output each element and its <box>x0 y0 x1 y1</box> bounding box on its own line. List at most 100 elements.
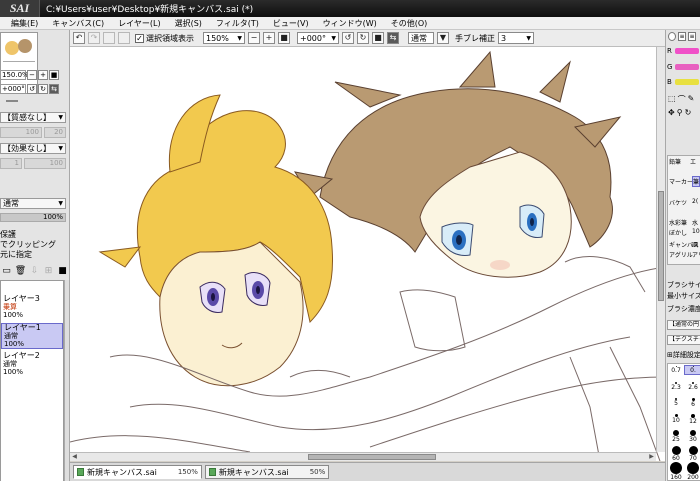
water-tool[interactable]: 水 <box>692 218 698 227</box>
paper-texture-value[interactable]: 20 <box>44 127 66 138</box>
scroll-right-icon[interactable]: ▶ <box>647 453 656 461</box>
vertical-scroll-thumb[interactable] <box>658 191 664 301</box>
green-channel-slider[interactable] <box>675 64 700 70</box>
green-channel-row[interactable]: G <box>667 62 700 72</box>
rect-select-icon[interactable]: ⬚ <box>668 94 676 105</box>
canvas-tab-2[interactable]: 新規キャンバス.sai 50% <box>204 465 330 479</box>
brush-size-preset[interactable]: 30 <box>685 430 700 443</box>
brush-size-preset[interactable]: 5 <box>668 398 684 407</box>
horizontal-scroll-thumb[interactable] <box>308 454 436 460</box>
brush-size-preset[interactable]: 160 <box>668 462 684 481</box>
brush-size-preset[interactable]: 12 <box>685 414 700 425</box>
tool-ari[interactable]: アリ <box>692 250 700 259</box>
layer-mode-select[interactable]: 通常 ▼ <box>0 198 66 209</box>
brush-size-preset[interactable]: 0. <box>684 365 700 375</box>
drawing-canvas[interactable] <box>70 47 665 461</box>
rotate-reset-icon[interactable]: ■ <box>372 32 384 44</box>
folder-icon[interactable]: ▭ <box>1 266 12 277</box>
magic-wand-icon[interactable]: ✎ <box>688 94 695 105</box>
rotate-right-icon[interactable]: ↻ <box>357 32 369 44</box>
blend-dropdown-icon[interactable]: ▼ <box>437 32 449 44</box>
paper-texture-select[interactable]: 【質感なし】 ▼ <box>0 112 66 123</box>
brush-size-preset[interactable]: 2.3 <box>668 382 684 391</box>
lasso-icon[interactable]: ⌒ <box>678 94 686 105</box>
canvas-vertical-scrollbar[interactable] <box>656 47 665 452</box>
red-channel-row[interactable]: R <box>667 46 700 56</box>
brush-size-preset[interactable]: 70 <box>685 446 700 462</box>
brush-texture-select[interactable]: 【テクスチャ <box>667 335 700 345</box>
show-selection-toggle[interactable]: ✓ 選択領域表示 <box>135 33 194 44</box>
blue-channel-slider[interactable] <box>674 79 699 85</box>
flip-icon[interactable]: ⇆ <box>49 84 59 94</box>
zoom-out-icon[interactable]: − <box>27 70 37 80</box>
source-option[interactable]: 元に指定 <box>0 249 69 260</box>
canvas-tab-1[interactable]: 新規キャンバス.sai 150% <box>73 465 202 479</box>
zoom-in-icon[interactable]: + <box>38 70 48 80</box>
undo-icon[interactable]: ↶ <box>73 32 85 44</box>
clear-layer-icon[interactable]: ■ <box>57 266 68 277</box>
menu-other[interactable]: その他(O) <box>384 18 435 29</box>
deselect-icon[interactable] <box>103 32 115 44</box>
flip-horizontal-icon[interactable]: ⇆ <box>387 32 399 44</box>
menu-window[interactable]: ウィンドウ(W) <box>316 18 384 29</box>
brush-size-preset[interactable]: 200 <box>685 462 700 481</box>
paper-texture-scale[interactable]: 100 <box>0 127 42 138</box>
menu-layer[interactable]: レイヤー(L) <box>111 18 167 29</box>
menu-view[interactable]: ビュー(V) <box>266 18 316 29</box>
zoom-reset-icon[interactable]: ■ <box>49 70 59 80</box>
bucket-tool[interactable]: バケツ <box>669 198 687 207</box>
menu-select[interactable]: 選択(S) <box>168 18 209 29</box>
brush-size-preset[interactable]: 60 <box>668 446 684 462</box>
merge-down-icon[interactable]: ⊞ <box>43 266 54 277</box>
brush-size-preset[interactable]: 25 <box>668 430 684 443</box>
hsv-slider-icon[interactable]: ≡ <box>688 32 696 41</box>
brush-size-preset[interactable]: 0.7 <box>668 366 684 374</box>
layer-item-2[interactable]: レイヤー2 通常 100% <box>1 352 63 378</box>
marker-tool[interactable]: マーカー <box>669 177 693 186</box>
color-wheel-icon[interactable] <box>668 32 676 41</box>
zoom-out-icon[interactable]: − <box>248 32 260 44</box>
move-icon[interactable]: ✥ <box>668 108 675 117</box>
layer-opacity-slider[interactable]: 100% <box>0 213 66 222</box>
rotate-icon[interactable]: ↻ <box>685 108 692 117</box>
transfer-down-icon[interactable]: ⇩ <box>29 266 40 277</box>
redo-icon[interactable]: ↷ <box>88 32 100 44</box>
tool-value[interactable]: 2( <box>692 198 698 205</box>
rgb-slider-icon[interactable]: ≡ <box>678 32 686 41</box>
paint-tool[interactable]: 画 <box>692 240 698 249</box>
zoom-select[interactable]: 150% ▼ <box>203 32 245 44</box>
rotate-left-icon[interactable]: ↺ <box>342 32 354 44</box>
brush-size-preset[interactable]: 6 <box>685 398 700 408</box>
menu-edit[interactable]: 編集(E) <box>0 18 45 29</box>
zoom-icon[interactable]: ⚲ <box>677 108 683 117</box>
brush-shape-select[interactable]: 【通常の円 <box>667 320 700 330</box>
menu-filter[interactable]: フィルタ(T) <box>209 18 266 29</box>
rotate-left-icon[interactable]: ↺ <box>27 84 37 94</box>
brush-size-preset[interactable]: 10 <box>668 414 684 424</box>
stabilizer-select[interactable]: 3 ▼ <box>498 32 534 44</box>
effect-width[interactable]: 1 <box>0 158 22 169</box>
blur-tool[interactable]: ぼかし <box>669 228 687 237</box>
blend-mode-select[interactable]: 通常 <box>408 32 434 44</box>
detail-settings-toggle[interactable]: ⊞詳細設定 <box>667 350 700 360</box>
zoom-reset-icon[interactable]: ■ <box>278 32 290 44</box>
brush-size-preset[interactable]: 2.6 <box>685 382 700 391</box>
effect-strength[interactable]: 100 <box>24 158 66 169</box>
navigator-zoom[interactable]: 150.0% <box>0 70 29 80</box>
watercolor-tool[interactable]: 水彩筆 <box>669 218 687 227</box>
red-channel-slider[interactable] <box>674 48 699 54</box>
effect-select[interactable]: 【効果なし】 ▼ <box>0 143 66 154</box>
rotate-right-icon[interactable]: ↻ <box>38 84 48 94</box>
invert-selection-icon[interactable] <box>118 32 130 44</box>
trash-icon[interactable]: 🗑 <box>15 266 26 277</box>
scroll-left-icon[interactable]: ◀ <box>70 453 79 461</box>
canvas-horizontal-scrollbar[interactable]: ◀ ▶ <box>70 452 656 461</box>
blue-channel-row[interactable]: B <box>667 77 700 87</box>
layer-item-1[interactable]: レイヤー1 通常 100% <box>1 323 63 349</box>
navigator-rotation[interactable]: +000° <box>0 84 26 94</box>
layer-item-3[interactable]: レイヤー3 乗算 100% <box>1 295 63 321</box>
show-selection-checkbox[interactable]: ✓ <box>135 33 144 43</box>
zoom-in-icon[interactable]: + <box>263 32 275 44</box>
eraser-tool[interactable]: エ <box>690 157 696 166</box>
menu-canvas[interactable]: キャンバス(C) <box>45 18 111 29</box>
